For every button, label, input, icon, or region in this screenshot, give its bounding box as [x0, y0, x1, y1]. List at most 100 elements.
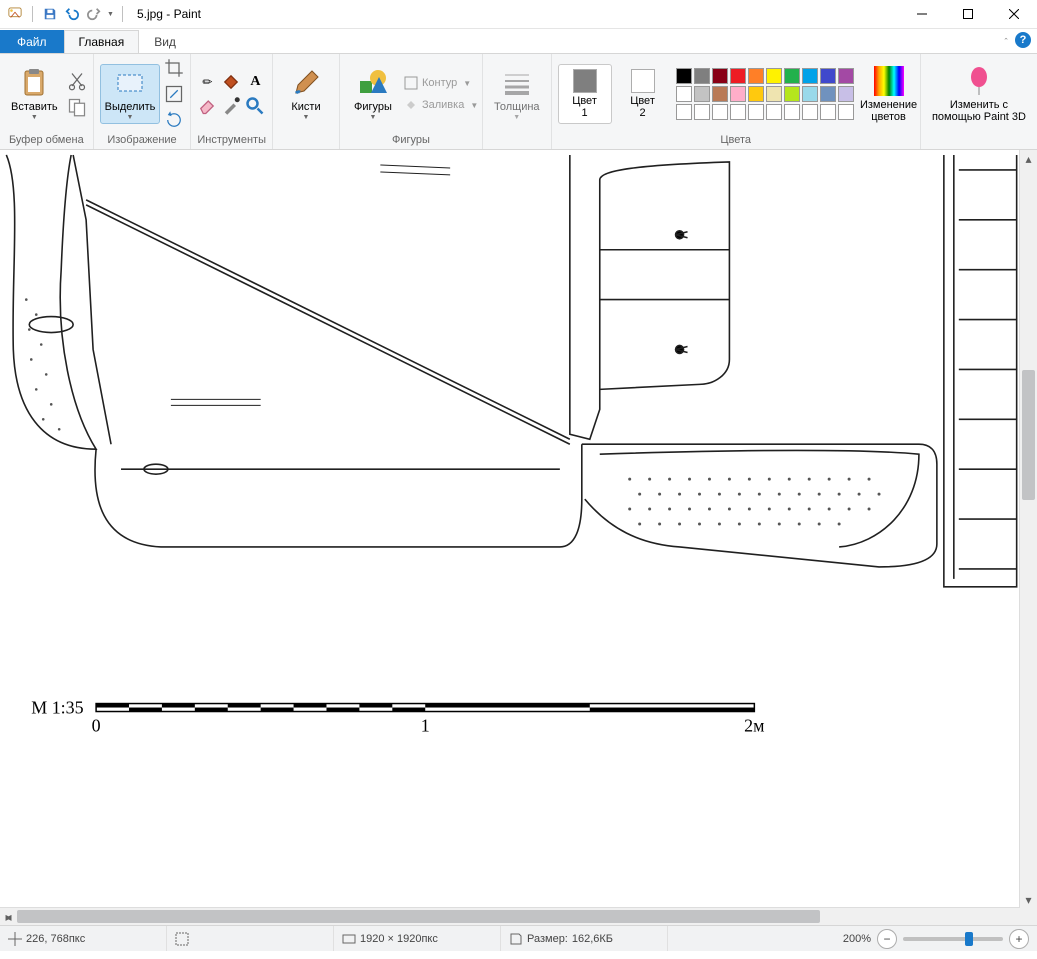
palette-color[interactable]	[676, 104, 692, 120]
palette-color[interactable]	[820, 68, 836, 84]
vertical-scrollbar[interactable]: ▴ ▾	[1019, 150, 1037, 908]
ribbon-tabs: Файл Главная Вид ⌃ ?	[0, 29, 1037, 54]
crop-icon[interactable]	[164, 58, 184, 78]
horizontal-scrollbar[interactable]: ◂ ▸	[0, 907, 1020, 925]
palette-color[interactable]	[748, 68, 764, 84]
h-scroll-thumb[interactable]	[17, 910, 820, 923]
outline-option[interactable]: Контур▼	[404, 73, 478, 93]
bucket-icon[interactable]	[221, 72, 241, 92]
palette-color[interactable]	[820, 104, 836, 120]
palette-color[interactable]	[748, 104, 764, 120]
palette-color[interactable]	[730, 86, 746, 102]
palette-color[interactable]	[838, 86, 854, 102]
palette-color[interactable]	[676, 68, 692, 84]
brush-icon	[290, 67, 322, 99]
palette-color[interactable]	[766, 68, 782, 84]
brushes-button[interactable]: Кисти ▼	[279, 64, 333, 124]
palette-color[interactable]	[766, 86, 782, 102]
paint3d-button[interactable]: Изменить с помощью Paint 3D	[927, 62, 1031, 126]
color-palette	[676, 68, 854, 120]
svg-text:0: 0	[92, 715, 101, 735]
palette-color[interactable]	[712, 104, 728, 120]
v-scroll-thumb[interactable]	[1022, 370, 1035, 500]
scroll-corner	[1020, 908, 1037, 925]
help-icon[interactable]: ?	[1015, 32, 1031, 48]
scroll-down-icon[interactable]: ▾	[1020, 891, 1037, 908]
color1-button[interactable]: Цвет 1	[558, 64, 612, 124]
palette-color[interactable]	[838, 68, 854, 84]
zoom-slider[interactable]	[903, 937, 1003, 941]
lines-icon	[501, 67, 533, 99]
thickness-button[interactable]: Толщина ▼	[489, 64, 545, 124]
maximize-button[interactable]	[945, 0, 991, 28]
paste-button[interactable]: Вставить ▼	[6, 64, 63, 124]
palette-color[interactable]	[802, 68, 818, 84]
color2-button[interactable]: Цвет 2	[616, 64, 670, 124]
save-icon[interactable]	[41, 5, 59, 23]
group-image: Выделить ▼ Изображение	[94, 54, 192, 149]
palette-color[interactable]	[838, 104, 854, 120]
cut-icon[interactable]	[67, 71, 87, 91]
title-bar: ▼ 5.jpg - Paint	[0, 0, 1037, 29]
resize-icon[interactable]	[164, 84, 184, 104]
group-thickness: Толщина ▼	[483, 54, 552, 149]
palette-color[interactable]	[766, 104, 782, 120]
palette-color[interactable]	[784, 68, 800, 84]
copy-icon[interactable]	[67, 97, 87, 117]
select-rect-icon	[114, 67, 146, 99]
group-shapes: Фигуры ▼ Контур▼ Заливка▼ Фигуры	[340, 54, 483, 149]
palette-color[interactable]	[802, 86, 818, 102]
palette-color[interactable]	[820, 86, 836, 102]
ribbon-collapse-icon[interactable]: ⌃	[1003, 37, 1009, 45]
group-paint3d: Изменить с помощью Paint 3D	[921, 54, 1037, 149]
scroll-up-icon[interactable]: ▴	[1020, 150, 1037, 167]
palette-color[interactable]	[748, 86, 764, 102]
picker-icon[interactable]	[221, 96, 241, 116]
app-icon	[6, 5, 24, 23]
rainbow-icon	[873, 65, 905, 97]
status-filesize: Размер: 162,6КБ	[501, 926, 668, 951]
shapes-icon	[357, 67, 389, 99]
palette-color[interactable]	[730, 68, 746, 84]
palette-color[interactable]	[694, 104, 710, 120]
select-button[interactable]: Выделить ▼	[100, 64, 161, 124]
qat-dropdown-icon[interactable]: ▼	[107, 11, 114, 18]
svg-text:М 1:35: М 1:35	[31, 698, 83, 718]
dimensions-icon	[342, 932, 356, 946]
palette-color[interactable]	[730, 104, 746, 120]
palette-color[interactable]	[784, 104, 800, 120]
canvas[interactable]: М 1:35 0	[0, 150, 1020, 908]
zoom-slider-knob[interactable]	[965, 932, 973, 946]
tab-file[interactable]: Файл	[0, 30, 64, 53]
tab-home[interactable]: Главная	[64, 30, 140, 53]
palette-color[interactable]	[712, 68, 728, 84]
undo-icon[interactable]	[63, 5, 81, 23]
palette-color[interactable]	[694, 68, 710, 84]
redo-icon[interactable]	[85, 5, 103, 23]
tab-view[interactable]: Вид	[139, 30, 191, 53]
canvas-area: М 1:35 0	[0, 150, 1037, 925]
palette-color[interactable]	[676, 86, 692, 102]
scroll-right-icon[interactable]: ▸	[0, 908, 17, 925]
disk-icon	[509, 932, 523, 946]
eraser-icon[interactable]	[197, 96, 217, 116]
text-icon[interactable]: A	[245, 72, 265, 92]
ribbon: Вставить ▼ Буфер обмена Выделить ▼ Изобр…	[0, 54, 1037, 150]
fill-option[interactable]: Заливка▼	[404, 95, 478, 115]
close-button[interactable]	[991, 0, 1037, 28]
minimize-button[interactable]	[899, 0, 945, 28]
palette-color[interactable]	[694, 86, 710, 102]
palette-color[interactable]	[784, 86, 800, 102]
rotate-icon[interactable]	[164, 110, 184, 130]
svg-text:2м: 2м	[744, 715, 764, 735]
zoom-in-button[interactable]: +	[1009, 929, 1029, 949]
edit-colors-button[interactable]: Изменение цветов	[862, 62, 916, 126]
magnifier-icon[interactable]	[245, 96, 265, 116]
palette-color[interactable]	[802, 104, 818, 120]
pencil-icon[interactable]: ✏	[197, 72, 217, 92]
balloon-icon	[963, 65, 995, 97]
clipboard-icon	[18, 67, 50, 99]
palette-color[interactable]	[712, 86, 728, 102]
zoom-out-button[interactable]: −	[877, 929, 897, 949]
shapes-button[interactable]: Фигуры ▼	[346, 64, 400, 124]
